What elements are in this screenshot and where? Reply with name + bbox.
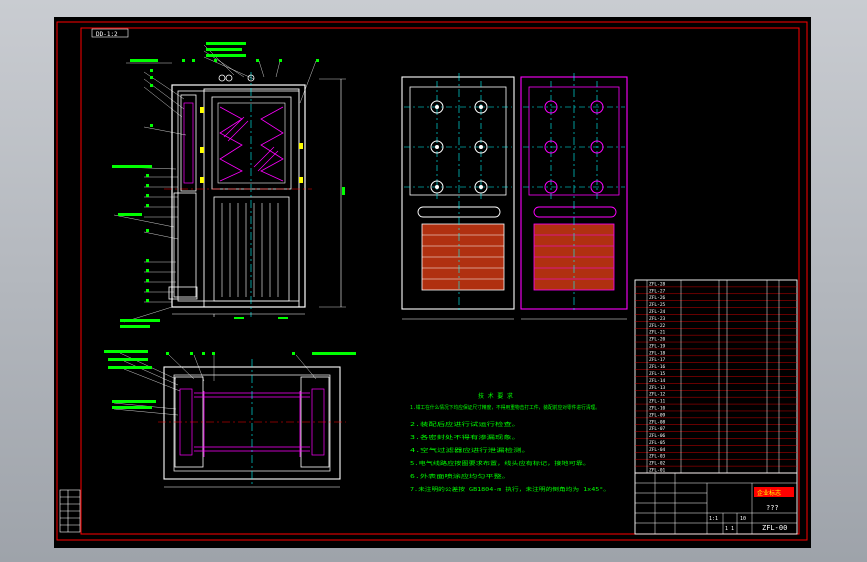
notes-line-2: 2.装配后应进行试运行检查。	[410, 421, 520, 428]
parts-row-code: ZFL-16	[649, 364, 666, 370]
notes-line-3: 3.各密封处不得有渗漏现象。	[410, 434, 520, 441]
drawing-name: ???	[766, 504, 779, 512]
scale-value: 1:1	[709, 516, 718, 522]
parts-row-code: ZFL-14	[649, 378, 666, 384]
parts-row-code: ZFL-22	[649, 323, 666, 329]
parts-row-code: ZFL-04	[649, 447, 666, 453]
technical-notes: 技 术 要 求 1.钳工在什么情况下均应保证尺寸精度，不得用重物击打工件，装配前…	[410, 392, 610, 493]
notes-heading: 技 术 要 求	[478, 392, 513, 400]
parts-row-code: ZFL-24	[649, 309, 666, 315]
cad-drawing-canvas[interactable]: DD-1:2 技 术 要 求 1.钳工在什么情况下均应保证尺寸精度，不得用重物击…	[54, 17, 811, 548]
parts-row-code: ZFL-15	[649, 371, 666, 377]
side-view-magenta	[520, 73, 628, 320]
parts-row-code: ZFL-27	[649, 288, 666, 294]
parts-row-code: ZFL-05	[649, 440, 666, 446]
parts-row-code: ZFL-25	[649, 302, 666, 308]
notes-line-5: 5.电气线路应按图要求布置，线头应有标记，接地可靠。	[410, 460, 590, 467]
parts-row-code: ZFL-07	[649, 426, 666, 432]
notes-line-6: 6.外表面喷涂应均匀平整。	[410, 473, 510, 480]
sheet-value: 1 1	[725, 526, 734, 532]
top-view-leaders	[113, 352, 317, 416]
parts-list: ZFL-28ZFL-27ZFL-26ZFL-25ZFL-24ZFL-23ZFL-…	[634, 279, 798, 474]
parts-row-code: ZFL-20	[649, 337, 666, 343]
front-view-leaders	[113, 44, 317, 323]
top-view-callout-marks	[104, 350, 356, 409]
seq-value: 10	[740, 516, 746, 522]
parts-row-code: ZFL-03	[649, 454, 666, 460]
parts-row-code: ZFL-02	[649, 461, 666, 467]
parts-row-code: ZFL-09	[649, 412, 666, 418]
parts-row-code: ZFL-26	[649, 295, 666, 301]
front-view	[164, 72, 346, 317]
parts-row-code: ZFL-06	[649, 433, 666, 439]
drawing-number: ZFL-00	[762, 524, 787, 532]
side-view-white	[401, 73, 515, 320]
parts-row-code: ZFL-28	[649, 281, 666, 287]
notes-line-1: 1.钳工在什么情况下均应保证尺寸精度，不得用重物击打工件，装配前应对零件进行清理…	[410, 404, 600, 411]
top-view	[158, 359, 346, 488]
notes-line-7: 7.未注明的公差按 GB1804-m 执行，未注明的倒角均为 1x45°。	[410, 486, 610, 493]
parts-row-code: ZFL-23	[649, 316, 666, 322]
parts-row-code: ZFL-10	[649, 405, 666, 411]
parts-row-code: ZFL-18	[649, 350, 666, 356]
title-block: 企业标志 ??? ZFL-00 1:1 1 1 10	[634, 472, 798, 535]
parts-row-code: ZFL-11	[649, 399, 666, 405]
parts-row-code: ZFL-08	[649, 419, 666, 425]
parts-row-code: ZFL-13	[649, 385, 666, 391]
drawing-viewport[interactable]: DD-1:2 技 术 要 求 1.钳工在什么情况下均应保证尺寸精度，不得用重物击…	[54, 17, 811, 548]
company-logo-text: 企业标志	[757, 489, 781, 497]
parts-row-code: ZFL-19	[649, 343, 666, 349]
parts-row-code: ZFL-17	[649, 357, 666, 363]
notes-line-4: 4.空气过滤器应进行泄漏检测。	[410, 447, 530, 454]
view-tag: DD-1:2	[96, 31, 118, 38]
parts-row-code: ZFL-21	[649, 330, 666, 336]
left-margin-table	[59, 489, 81, 533]
parts-row-code: ZFL-12	[649, 392, 666, 398]
